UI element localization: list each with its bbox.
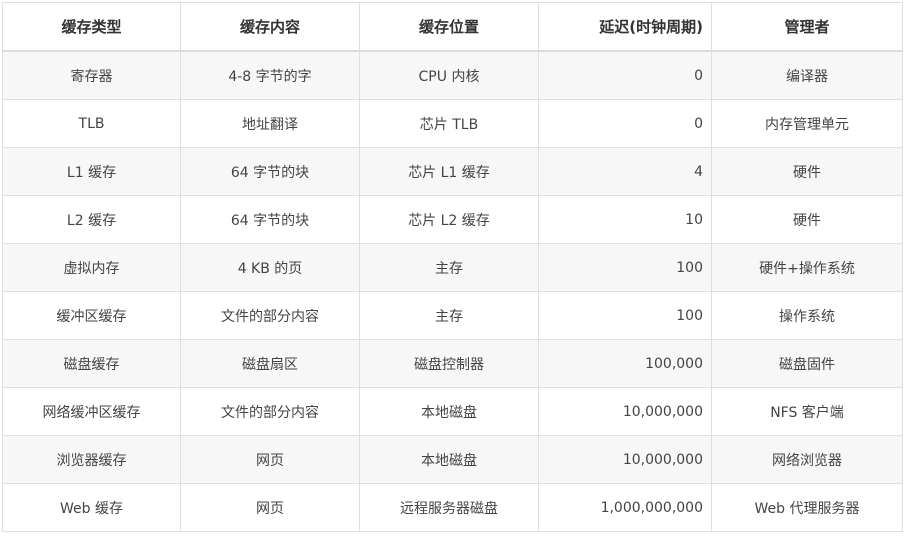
cell-cache-content: 磁盘扇区 — [180, 339, 360, 388]
cell-cache-location: 远程服务器磁盘 — [359, 483, 539, 532]
cell-manager: 网络浏览器 — [711, 435, 903, 484]
header-cache-type: 缓存类型 — [2, 2, 181, 52]
cell-cache-type: Web 缓存 — [2, 483, 181, 532]
header-row: 缓存类型 缓存内容 缓存位置 延迟(时钟周期) 管理者 — [2, 2, 903, 52]
table-row: 虚拟内存 4 KB 的页 主存 100 硬件+操作系统 — [2, 243, 903, 292]
cell-latency: 1,000,000,000 — [538, 483, 712, 532]
cell-cache-type: L2 缓存 — [2, 195, 181, 244]
cell-cache-location: 本地磁盘 — [359, 387, 539, 436]
cell-cache-location: 主存 — [359, 243, 539, 292]
cell-cache-location: 芯片 TLB — [359, 99, 539, 148]
cell-cache-location: 本地磁盘 — [359, 435, 539, 484]
cell-cache-type: 寄存器 — [2, 50, 181, 100]
cell-manager: 编译器 — [711, 50, 903, 100]
table-row: L1 缓存 64 字节的块 芯片 L1 缓存 4 硬件 — [2, 147, 903, 196]
cell-cache-type: 缓冲区缓存 — [2, 291, 181, 340]
cell-cache-content: 网页 — [180, 435, 360, 484]
cell-manager: 磁盘固件 — [711, 339, 903, 388]
cell-manager: 硬件 — [711, 195, 903, 244]
cell-cache-location: CPU 内核 — [359, 50, 539, 100]
table-row: 缓冲区缓存 文件的部分内容 主存 100 操作系统 — [2, 291, 903, 340]
cell-latency: 100 — [538, 291, 712, 340]
table-row: 浏览器缓存 网页 本地磁盘 10,000,000 网络浏览器 — [2, 435, 903, 484]
header-manager: 管理者 — [711, 2, 903, 52]
table-row: Web 缓存 网页 远程服务器磁盘 1,000,000,000 Web 代理服务… — [2, 483, 903, 532]
cell-latency: 10 — [538, 195, 712, 244]
cell-cache-type: 浏览器缓存 — [2, 435, 181, 484]
cell-cache-location: 主存 — [359, 291, 539, 340]
cell-cache-content: 地址翻译 — [180, 99, 360, 148]
cell-latency: 4 — [538, 147, 712, 196]
cell-cache-content: 64 字节的块 — [180, 195, 360, 244]
cell-cache-content: 网页 — [180, 483, 360, 532]
header-cache-content: 缓存内容 — [180, 2, 360, 52]
cell-latency: 10,000,000 — [538, 435, 712, 484]
cell-manager: 硬件 — [711, 147, 903, 196]
cell-cache-type: 磁盘缓存 — [2, 339, 181, 388]
header-latency: 延迟(时钟周期) — [538, 2, 712, 52]
cell-manager: 内存管理单元 — [711, 99, 903, 148]
cell-cache-type: TLB — [2, 99, 181, 148]
cell-manager: 操作系统 — [711, 291, 903, 340]
cell-latency: 0 — [538, 50, 712, 100]
cell-cache-content: 4-8 字节的字 — [180, 50, 360, 100]
cell-cache-content: 文件的部分内容 — [180, 387, 360, 436]
cell-cache-location: 磁盘控制器 — [359, 339, 539, 388]
cell-cache-location: 芯片 L1 缓存 — [359, 147, 539, 196]
table-row: TLB 地址翻译 芯片 TLB 0 内存管理单元 — [2, 99, 903, 148]
table-row: L2 缓存 64 字节的块 芯片 L2 缓存 10 硬件 — [2, 195, 903, 244]
cell-cache-type: 虚拟内存 — [2, 243, 181, 292]
cell-cache-content: 文件的部分内容 — [180, 291, 360, 340]
table-body: 寄存器 4-8 字节的字 CPU 内核 0 编译器 TLB 地址翻译 芯片 TL… — [2, 50, 903, 532]
cell-latency: 10,000,000 — [538, 387, 712, 436]
cell-cache-content: 64 字节的块 — [180, 147, 360, 196]
header-cache-location: 缓存位置 — [359, 2, 539, 52]
table-row: 网络缓冲区缓存 文件的部分内容 本地磁盘 10,000,000 NFS 客户端 — [2, 387, 903, 436]
table-header: 缓存类型 缓存内容 缓存位置 延迟(时钟周期) 管理者 — [2, 2, 903, 52]
cache-table: 缓存类型 缓存内容 缓存位置 延迟(时钟周期) 管理者 寄存器 4-8 字节的字… — [2, 2, 903, 532]
cell-latency: 0 — [538, 99, 712, 148]
cell-manager: 硬件+操作系统 — [711, 243, 903, 292]
cell-cache-location: 芯片 L2 缓存 — [359, 195, 539, 244]
table-row: 磁盘缓存 磁盘扇区 磁盘控制器 100,000 磁盘固件 — [2, 339, 903, 388]
table-row: 寄存器 4-8 字节的字 CPU 内核 0 编译器 — [2, 50, 903, 100]
cell-cache-type: L1 缓存 — [2, 147, 181, 196]
cell-manager: NFS 客户端 — [711, 387, 903, 436]
cell-latency: 100 — [538, 243, 712, 292]
cell-latency: 100,000 — [538, 339, 712, 388]
cell-cache-content: 4 KB 的页 — [180, 243, 360, 292]
cell-cache-type: 网络缓冲区缓存 — [2, 387, 181, 436]
cell-manager: Web 代理服务器 — [711, 483, 903, 532]
